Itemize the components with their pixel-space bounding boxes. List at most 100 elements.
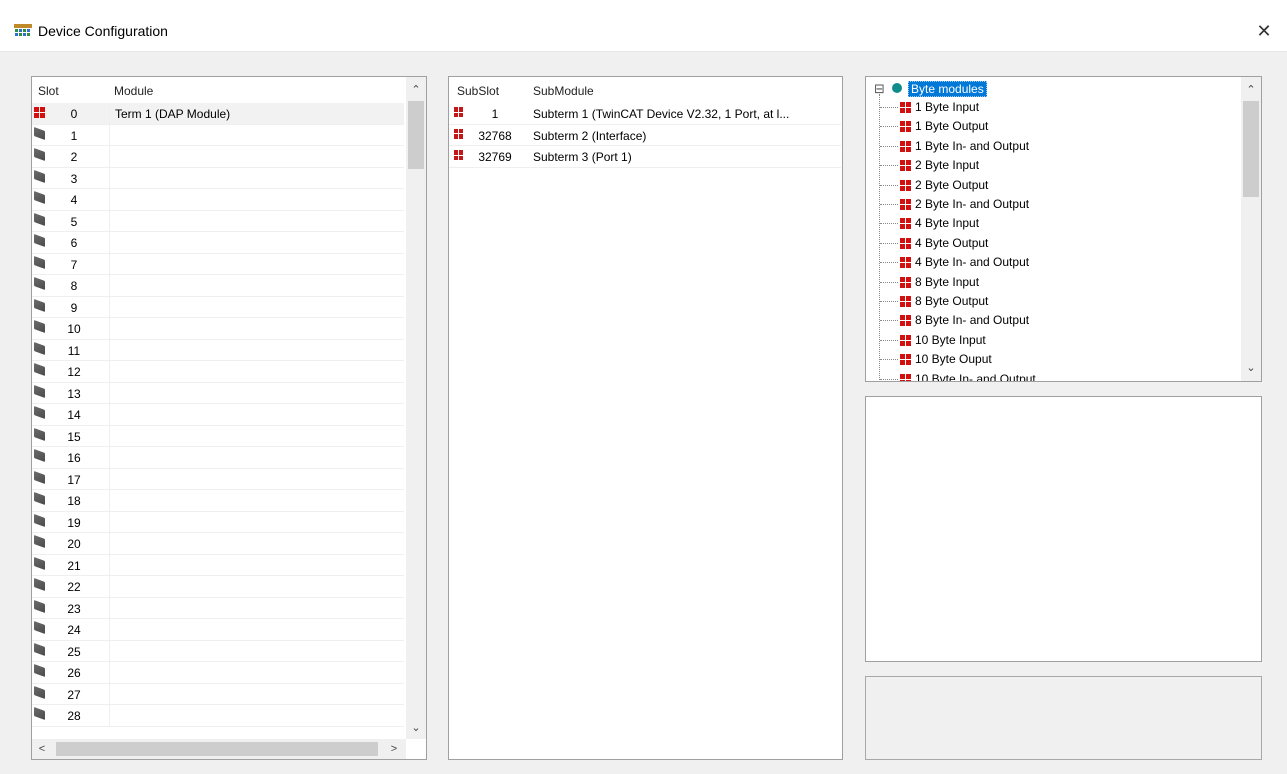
slot-horizontal-scrollbar[interactable]: < > [32, 739, 406, 759]
tree-item-label: 8 Byte Input [915, 274, 980, 289]
table-row[interactable]: 5 [32, 210, 404, 232]
table-row[interactable]: 28 [32, 705, 404, 727]
slot-vertical-scrollbar[interactable]: ⌃ ⌄ [406, 77, 426, 739]
table-row[interactable]: 32768 Subterm 2 (Interface) [449, 125, 841, 146]
tree-item[interactable]: 8 Byte In- and Output [880, 311, 1220, 330]
slot-number: 25 [67, 644, 81, 659]
scroll-up-arrow[interactable]: ⌃ [406, 81, 426, 99]
tree-item[interactable]: 8 Byte Input [880, 273, 1220, 292]
tree-vertical-scrollbar[interactable]: ⌃ ⌄ [1241, 77, 1261, 381]
column-divider [109, 253, 110, 274]
tree-item[interactable]: 4 Byte In- and Output [880, 253, 1220, 272]
table-row[interactable]: 11 [32, 339, 404, 361]
column-divider [109, 318, 110, 339]
empty-slot-icon [34, 169, 45, 183]
scroll-left-arrow[interactable]: < [32, 740, 52, 758]
tree-branch-line [880, 145, 898, 147]
module-catalog-tree[interactable]: ⊟ Byte modules 1 Byte Input 1 Byte Output… [865, 76, 1262, 382]
tree-root-node[interactable]: ⊟ Byte modules [874, 80, 1224, 99]
table-row[interactable]: 6 [32, 232, 404, 254]
column-header-subslot[interactable]: SubSlot [457, 77, 523, 103]
tree-item-label: 4 Byte In- and Output [915, 255, 1030, 270]
tree-branch-line [880, 301, 898, 302]
table-row[interactable]: 16 [32, 447, 404, 469]
table-row[interactable]: 2 [32, 146, 404, 168]
table-row[interactable]: 12 [32, 361, 404, 383]
table-row[interactable]: 23 [32, 597, 404, 619]
scroll-up-arrow[interactable]: ⌃ [1241, 81, 1261, 99]
tree-item[interactable]: 10 Byte Ouput [880, 350, 1220, 369]
module-icon [900, 179, 911, 191]
horizontal-scroll-thumb[interactable] [56, 742, 378, 756]
tree-item[interactable]: 8 Byte Output [880, 292, 1220, 311]
table-row[interactable]: 18 [32, 490, 404, 512]
submodule-icon [454, 107, 465, 118]
table-row[interactable]: 14 [32, 404, 404, 426]
table-row[interactable]: 24 [32, 619, 404, 641]
table-row[interactable]: 0 Term 1 (DAP Module) [32, 103, 404, 125]
module-icon [900, 257, 911, 269]
table-row[interactable]: 7 [32, 253, 404, 275]
tree-item[interactable]: 2 Byte Input [880, 156, 1220, 175]
table-row[interactable]: 20 [32, 533, 404, 555]
tree-item[interactable]: 10 Byte Input [880, 331, 1220, 350]
slot-number: 15 [67, 429, 81, 444]
table-row[interactable]: 17 [32, 468, 404, 490]
table-row[interactable]: 32769 Subterm 3 (Port 1) [449, 146, 841, 168]
scroll-thumb[interactable] [1243, 101, 1259, 197]
tree-item[interactable]: 4 Byte Output [880, 234, 1220, 253]
table-row[interactable]: 1 Subterm 1 (TwinCAT Device V2.32, 1 Port… [449, 103, 841, 125]
close-icon[interactable]: ✕ [1241, 10, 1287, 52]
empty-slot-icon [34, 212, 45, 226]
table-row[interactable]: 27 [32, 683, 404, 705]
empty-slot-icon [34, 233, 45, 248]
table-row[interactable]: 9 [32, 296, 404, 318]
tree-item[interactable]: 1 Byte In- and Output [880, 137, 1220, 156]
column-divider [109, 382, 110, 403]
table-row[interactable]: 19 [32, 511, 404, 533]
tree-item[interactable]: 2 Byte Output [880, 176, 1220, 195]
scroll-down-arrow[interactable]: ⌄ [1241, 359, 1261, 377]
slot-number: 7 [70, 257, 78, 272]
empty-slot-icon [34, 319, 45, 334]
table-row[interactable]: 26 [32, 662, 404, 684]
column-header-submodule[interactable]: SubModule [533, 77, 823, 103]
window-title: Device Configuration [38, 23, 168, 39]
tree-item-label: 8 Byte Output [915, 294, 989, 308]
table-row[interactable]: 21 [32, 554, 404, 576]
table-row[interactable]: 22 [32, 576, 404, 598]
column-divider [109, 705, 110, 726]
tree-item[interactable]: 2 Byte In- and Output [880, 195, 1220, 214]
scroll-thumb[interactable] [408, 101, 424, 169]
subslot-number: 32769 [478, 150, 512, 164]
tree-branch-line [880, 378, 898, 380]
submodule-list[interactable]: SubSlot SubModule 1 Subterm 1 (TwinCAT De… [448, 76, 843, 760]
table-row[interactable]: 25 [32, 640, 404, 662]
slot-number: 10 [67, 322, 81, 336]
tree-root-label[interactable]: Byte modules [908, 81, 987, 97]
table-row[interactable]: 10 [32, 318, 404, 340]
tree-item[interactable]: 1 Byte Output [880, 117, 1220, 136]
tree-item[interactable]: 10 Byte In- and Output [880, 370, 1220, 381]
empty-slot-icon [34, 556, 45, 570]
table-row[interactable]: 8 [32, 275, 404, 297]
column-divider [109, 232, 110, 253]
table-row[interactable]: 1 [32, 124, 404, 146]
slot-number: 28 [67, 709, 81, 723]
tree-item[interactable]: 4 Byte Input [880, 214, 1220, 233]
table-row[interactable]: 4 [32, 189, 404, 211]
slot-module-list[interactable]: Slot Module 0 Term 1 (DAP Module) 1 2 3 4 5 6 7 8… [31, 76, 427, 760]
table-row[interactable]: 13 [32, 382, 404, 404]
scroll-down-arrow[interactable]: ⌄ [406, 719, 426, 737]
tree-item[interactable]: 1 Byte Input [880, 98, 1220, 117]
column-header-slot[interactable]: Slot [38, 77, 98, 103]
column-header-module[interactable]: Module [114, 77, 394, 103]
scroll-right-arrow[interactable]: > [384, 740, 404, 758]
column-divider [109, 275, 110, 296]
slot-number: 20 [67, 537, 81, 551]
table-row[interactable]: 3 [32, 167, 404, 189]
column-divider [109, 361, 110, 382]
column-divider [109, 189, 110, 210]
tree-item-label: 2 Byte Input [915, 158, 980, 173]
table-row[interactable]: 15 [32, 425, 404, 447]
